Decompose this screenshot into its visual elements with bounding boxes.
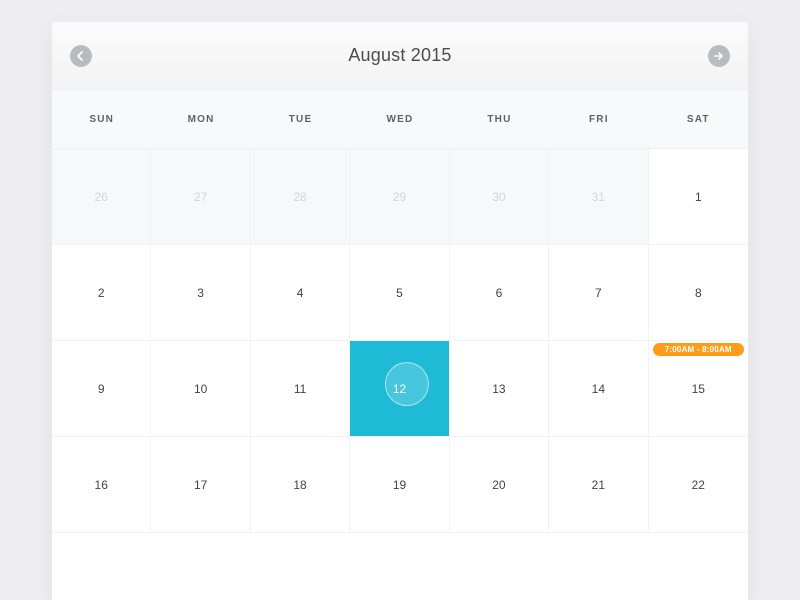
arrow-right-icon [714, 51, 724, 61]
prev-month-button[interactable] [70, 45, 92, 67]
day-number: 13 [492, 382, 505, 396]
day-cell[interactable]: 28 [251, 149, 350, 245]
day-cell[interactable]: 21 [549, 437, 648, 533]
day-cell[interactable]: 12 [350, 341, 449, 437]
day-number: 2 [98, 286, 105, 300]
day-number: 7 [595, 286, 602, 300]
weekday-label: WED [350, 90, 449, 148]
day-number: 21 [592, 478, 605, 492]
day-cell[interactable]: 6 [450, 245, 549, 341]
day-cell[interactable]: 4 [251, 245, 350, 341]
day-cell[interactable]: 5 [350, 245, 449, 341]
day-number: 29 [393, 190, 406, 204]
day-number: 5 [396, 286, 403, 300]
day-cell[interactable]: 30 [450, 149, 549, 245]
calendar-title: August 2015 [348, 45, 451, 66]
day-cell[interactable]: 31 [549, 149, 648, 245]
day-cell[interactable]: 26 [52, 149, 151, 245]
day-number: 28 [293, 190, 306, 204]
day-number: 27 [194, 190, 207, 204]
day-number: 17 [194, 478, 207, 492]
day-number: 19 [393, 478, 406, 492]
day-number: 14 [592, 382, 605, 396]
day-number: 8 [695, 286, 702, 300]
next-month-button[interactable] [708, 45, 730, 67]
day-cell[interactable]: 11 [251, 341, 350, 437]
day-number: 1 [695, 190, 702, 204]
day-cell[interactable]: 2 [52, 245, 151, 341]
day-number: 12 [393, 382, 406, 396]
calendar-grid: 26272829303112345678910111213147:00AM - … [52, 149, 748, 533]
calendar-header: August 2015 [52, 22, 748, 90]
day-cell[interactable]: 16 [52, 437, 151, 533]
weekday-label: SAT [649, 90, 748, 148]
day-number: 26 [95, 190, 108, 204]
arrow-left-icon [76, 51, 86, 61]
event-badge[interactable]: 7:00AM - 8:00AM [653, 343, 744, 356]
weekday-label: TUE [251, 90, 350, 148]
weekday-row: SUN MON TUE WED THU FRI SAT [52, 90, 748, 149]
day-number: 15 [692, 382, 705, 396]
day-number: 18 [293, 478, 306, 492]
day-cell[interactable]: 7 [549, 245, 648, 341]
day-cell[interactable]: 7:00AM - 8:00AM 15 [649, 341, 748, 437]
day-cell[interactable]: 8 [649, 245, 748, 341]
day-cell[interactable]: 20 [450, 437, 549, 533]
weekday-label: THU [450, 90, 549, 148]
day-cell[interactable]: 9 [52, 341, 151, 437]
day-number: 9 [98, 382, 105, 396]
day-cell[interactable]: 18 [251, 437, 350, 533]
day-cell[interactable]: 10 [151, 341, 250, 437]
day-number: 6 [496, 286, 503, 300]
day-cell[interactable]: 1 [649, 149, 748, 245]
day-cell[interactable]: 19 [350, 437, 449, 533]
day-cell[interactable]: 3 [151, 245, 250, 341]
day-cell[interactable]: 27 [151, 149, 250, 245]
weekday-label: SUN [52, 90, 151, 148]
day-number: 3 [197, 286, 204, 300]
day-number: 20 [492, 478, 505, 492]
day-cell[interactable]: 29 [350, 149, 449, 245]
day-number: 4 [297, 286, 304, 300]
day-number: 30 [492, 190, 505, 204]
day-number: 16 [95, 478, 108, 492]
day-number: 31 [592, 190, 605, 204]
day-cell[interactable]: 22 [649, 437, 748, 533]
day-cell[interactable]: 14 [549, 341, 648, 437]
day-number: 22 [692, 478, 705, 492]
day-cell[interactable]: 17 [151, 437, 250, 533]
calendar: August 2015 SUN MON TUE WED THU FRI SAT … [52, 22, 748, 600]
weekday-label: MON [151, 90, 250, 148]
day-cell[interactable]: 13 [450, 341, 549, 437]
day-number: 10 [194, 382, 207, 396]
weekday-label: FRI [549, 90, 648, 148]
day-number: 11 [294, 382, 306, 396]
